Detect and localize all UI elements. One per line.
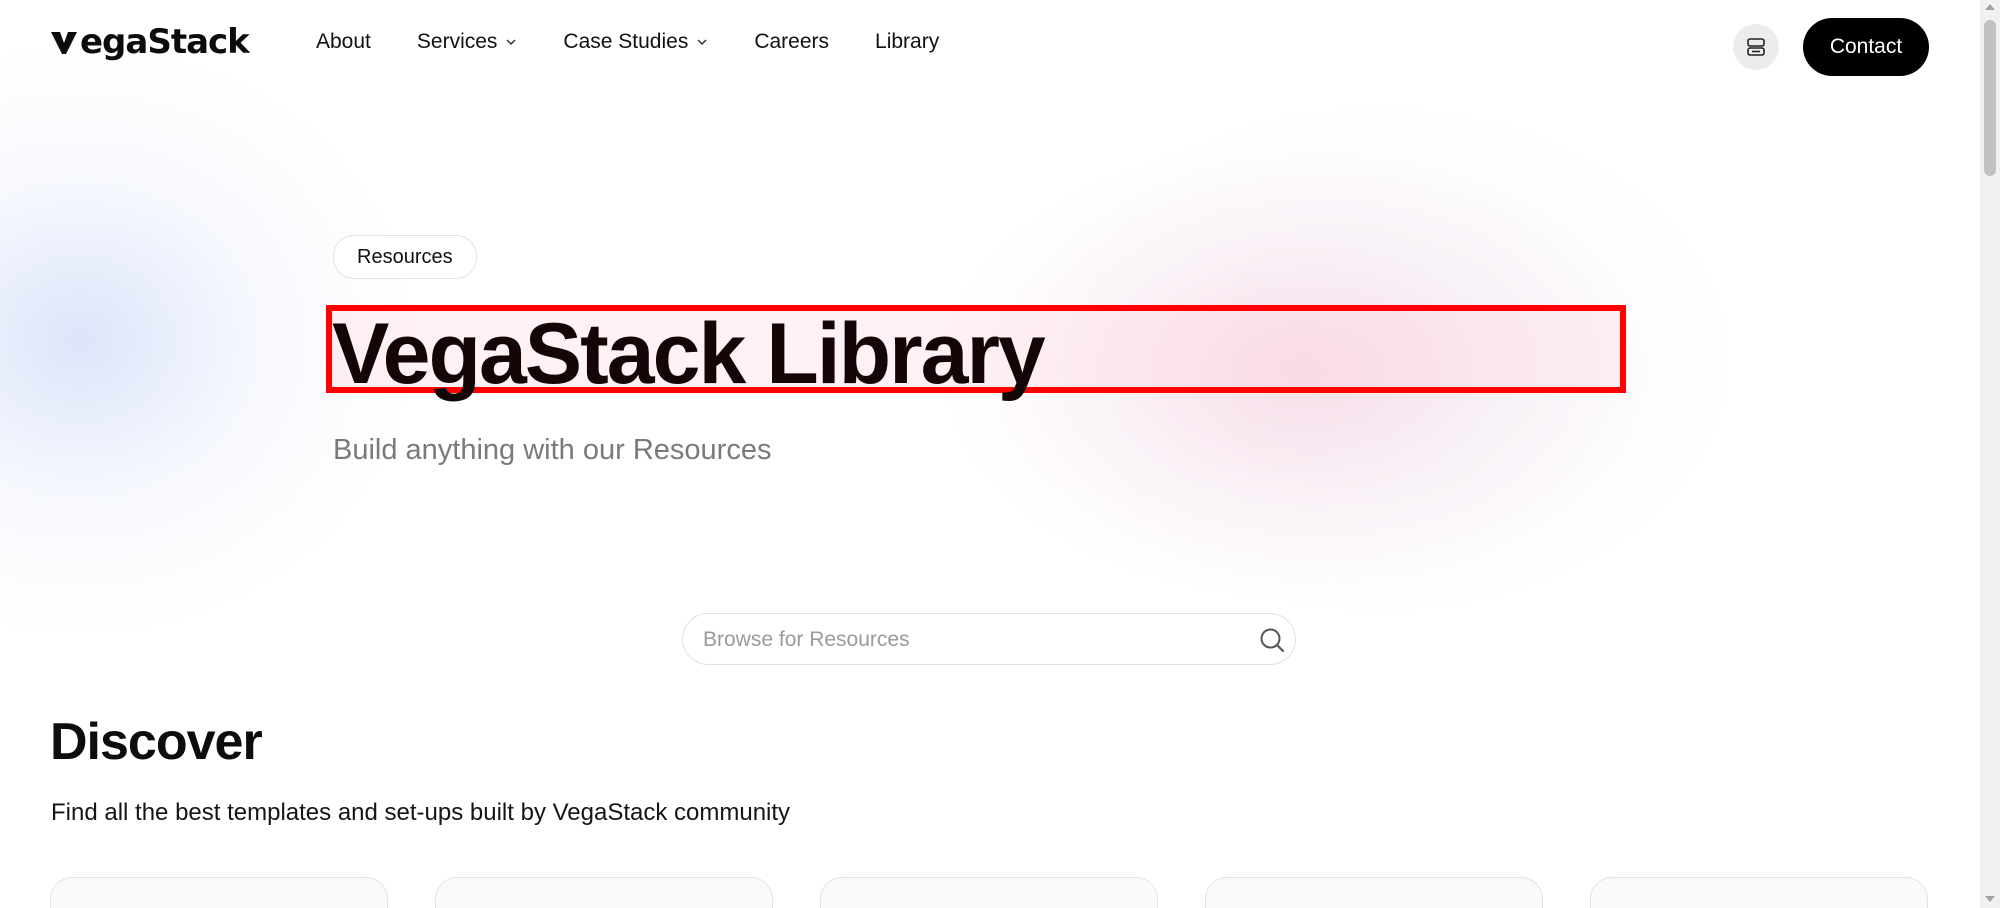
nav-label: Careers xyxy=(754,30,830,53)
page: egaStack About Services Case Studies Car… xyxy=(0,0,2000,908)
vertical-scrollbar[interactable] xyxy=(1980,0,2000,908)
resources-badge: Resources xyxy=(333,235,477,279)
site-header: egaStack About Services Case Studies Car… xyxy=(0,0,1980,94)
scroll-down-arrow-icon[interactable] xyxy=(1985,896,1995,902)
nav-item-about[interactable]: About xyxy=(316,30,371,54)
vegastack-logo-icon xyxy=(51,32,77,54)
search-box xyxy=(682,613,1296,666)
nav-label: About xyxy=(316,30,371,53)
nav-label: Library xyxy=(875,30,940,53)
search-icon[interactable] xyxy=(1258,626,1286,654)
nav-item-case-studies[interactable]: Case Studies xyxy=(563,30,708,54)
nav-item-services[interactable]: Services xyxy=(417,30,518,54)
scrollbar-thumb[interactable] xyxy=(1984,20,1996,176)
server-icon xyxy=(1747,38,1765,56)
logo-text: egaStack xyxy=(80,22,250,62)
discover-heading: Discover xyxy=(50,713,263,771)
main-nav: About Services Case Studies Careers Libr… xyxy=(316,30,985,54)
page-subtitle: Build anything with our Resources xyxy=(333,434,772,466)
discover-subtitle: Find all the best templates and set-ups … xyxy=(51,799,791,826)
search-input[interactable] xyxy=(701,614,1245,666)
resource-card[interactable] xyxy=(435,877,773,908)
nav-label: Services xyxy=(416,30,498,53)
page-title: VegaStack Library xyxy=(332,306,1046,402)
nav-label: Case Studies xyxy=(563,30,689,53)
resource-card[interactable] xyxy=(50,877,388,908)
resource-card[interactable] xyxy=(820,877,1158,908)
logo[interactable]: egaStack xyxy=(50,22,250,62)
resource-card[interactable] xyxy=(1590,877,1928,908)
contact-button[interactable]: Contact xyxy=(1803,18,1929,76)
server-toggle-button[interactable] xyxy=(1733,24,1779,70)
chevron-down-icon xyxy=(506,39,516,46)
nav-item-library[interactable]: Library xyxy=(875,30,939,54)
chevron-down-icon xyxy=(697,39,707,46)
resource-card[interactable] xyxy=(1205,877,1543,908)
nav-item-careers[interactable]: Careers xyxy=(754,30,829,54)
scroll-up-arrow-icon[interactable] xyxy=(1985,4,1995,10)
